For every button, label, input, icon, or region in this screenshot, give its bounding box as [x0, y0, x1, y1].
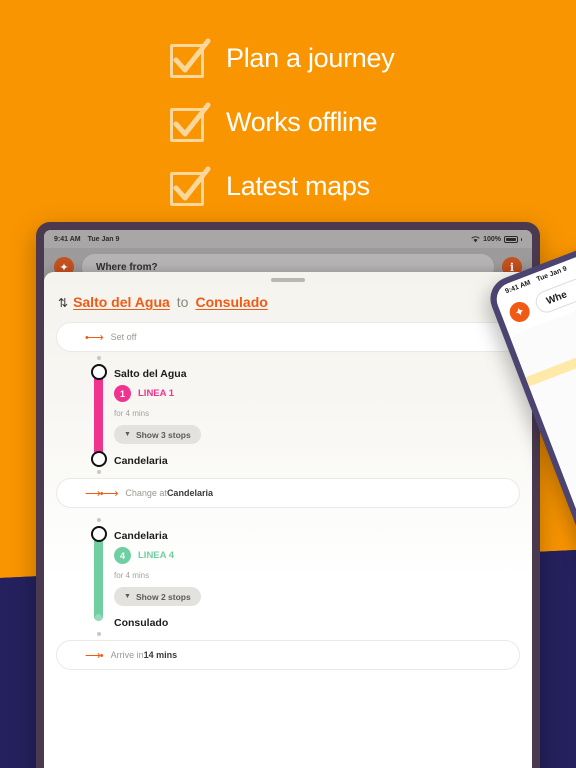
interchange-node: [90, 526, 107, 542]
phone-map-road: [525, 317, 576, 387]
title-connector: to: [176, 294, 189, 310]
show-stops-button[interactable]: ▼ Show 2 stops: [114, 587, 201, 606]
show-stops-button[interactable]: ▼ Show 3 stops: [114, 425, 201, 444]
rail-dot: [96, 356, 101, 360]
tablet-device-mock: ✦ Where from? ℹ 9:41 AM Tue Jan 9 100% ⇅…: [36, 222, 540, 768]
chevron-down-icon: ▼: [124, 593, 131, 600]
battery-full-icon: [504, 235, 518, 243]
arrive-arrow-icon: ⟶•: [85, 649, 104, 662]
journey-leg: Candelaria 4 LINEA 4 for 4 mins ▼ Show 2…: [44, 514, 532, 632]
arrive-text: Arrive in: [110, 650, 144, 660]
rail-dot: [96, 518, 101, 522]
destination-node: [95, 614, 102, 621]
line-name: LINEA 1: [138, 388, 175, 399]
wifi-icon: [471, 235, 480, 242]
feature-item: Works offline: [168, 98, 394, 146]
show-stops-label: Show 2 stops: [135, 591, 191, 602]
change-arrows-icon: ⟶•⟶: [85, 487, 118, 500]
swap-vertical-icon[interactable]: ⇅: [58, 296, 68, 310]
status-date: Tue Jan 9: [87, 235, 120, 243]
interchange-node: [90, 451, 107, 467]
battery-label: 100%: [483, 235, 501, 243]
change-card[interactable]: ⟶•⟶ Change at Candelaria: [56, 478, 520, 508]
check-icon: [168, 166, 211, 206]
leg-details: Candelaria 4 LINEA 4 for 4 mins ▼ Show 2…: [114, 522, 532, 629]
chevron-down-icon: ▼: [124, 431, 131, 438]
journey-bottom-sheet: ✕ ⇅ Salto del Agua to Consulado •⟶ Set o…: [44, 272, 532, 768]
feature-label: Plan a journey: [226, 42, 395, 73]
depart-arrow-icon: •⟶: [85, 331, 104, 344]
rail-dot: [96, 470, 101, 474]
line-row: 1 LINEA 1: [114, 385, 532, 402]
leg-duration: for 4 mins: [114, 409, 150, 418]
line-row: 4 LINEA 4: [114, 547, 532, 564]
arrive-value: 14 mins: [143, 650, 178, 660]
line-badge: 1: [114, 385, 131, 402]
destination-link[interactable]: Consulado: [195, 294, 267, 310]
leg-duration: for 4 mins: [114, 571, 150, 580]
feature-item: Plan a journey: [168, 34, 395, 82]
leg-details: Salto del Agua 1 LINEA 1 for 4 mins ▼ Sh…: [114, 360, 532, 467]
rail-dot: [96, 632, 101, 636]
change-station: Candelaria: [166, 488, 213, 498]
journey-leg: Salto del Agua 1 LINEA 1 for 4 mins ▼ Sh…: [44, 352, 532, 470]
screenshot-root: Plan a journey Works offline Latest maps: [0, 0, 576, 768]
feature-item: Latest maps: [168, 162, 394, 210]
phone-status-time: 9:41 AM: [504, 278, 532, 295]
origin-node: [90, 364, 107, 380]
check-icon: [168, 102, 211, 142]
change-text: Change at: [125, 488, 167, 498]
feature-label: Works offline: [226, 106, 378, 137]
leg-from-station: Salto del Agua: [114, 368, 187, 380]
phone-status-date: Tue Jan 9: [535, 264, 568, 283]
tablet-screen: ✦ Where from? ℹ 9:41 AM Tue Jan 9 100% ⇅…: [44, 230, 532, 768]
journey-steps: •⟶ Set off Salto del Agua 1 LINEA 1 for …: [44, 322, 532, 768]
drag-handle[interactable]: [271, 278, 305, 282]
feature-list: Plan a journey Works offline Latest maps: [168, 34, 395, 210]
battery-tip: [521, 237, 522, 241]
leg-to-station: Candelaria: [114, 455, 168, 467]
journey-title: ⇅ Salto del Agua to Consulado: [58, 294, 492, 310]
origin-link[interactable]: Salto del Agua: [73, 294, 170, 310]
line-badge: 4: [114, 547, 131, 564]
tablet-statusbar: 9:41 AM Tue Jan 9 100%: [44, 230, 532, 248]
leg-to-station: Consulado: [114, 617, 169, 629]
set-off-label: Set off: [110, 332, 137, 342]
show-stops-label: Show 3 stops: [135, 429, 191, 440]
leg-from-station: Candelaria: [114, 530, 168, 542]
arrive-card[interactable]: ⟶• Arrive in 14 mins: [56, 640, 520, 670]
status-time: 9:41 AM: [54, 235, 81, 243]
app-logo-icon[interactable]: ✦: [506, 299, 533, 325]
check-icon: [168, 38, 211, 78]
set-off-card[interactable]: •⟶ Set off: [56, 322, 520, 352]
line-name: LINEA 4: [138, 550, 175, 561]
feature-label: Latest maps: [226, 170, 370, 201]
